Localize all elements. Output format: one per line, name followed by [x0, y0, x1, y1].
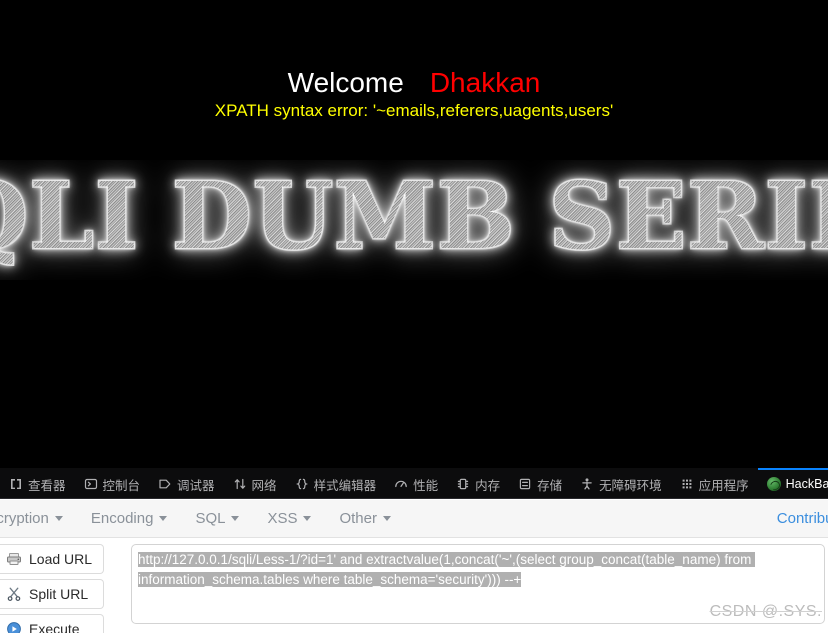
hackbar-menu-encryption[interactable]: Encryption — [0, 510, 77, 527]
devtools-tab-label: 查看器 — [28, 478, 66, 493]
url-input-text: http://127.0.0.1/sqli/Less-1/?id=1' and … — [138, 550, 818, 590]
username-label: Dhakkan — [429, 67, 541, 98]
hackbar-menu-encoding[interactable]: Encoding — [77, 510, 182, 527]
hackbar-menu-xss[interactable]: XSS — [253, 510, 325, 527]
devtools-tab-label: 存储 — [537, 478, 563, 493]
style-editor-icon — [295, 477, 309, 491]
chevron-down-icon — [231, 516, 240, 521]
chevron-down-icon — [303, 516, 312, 521]
application-icon — [680, 477, 694, 491]
devtools-tab-application[interactable]: 应用程序 — [671, 468, 758, 498]
split-url-icon — [7, 587, 21, 602]
sqli-dumb-series-banner: SQLI DUMB SERIES SQLI DUMB SERIES — [0, 160, 828, 280]
memory-icon — [456, 477, 470, 491]
page-content: Welcome Dhakkan XPATH syntax error: '~ema… — [0, 0, 828, 468]
hackbar-button-label: Execute — [29, 621, 80, 633]
chevron-down-icon — [54, 516, 63, 521]
hackbar-menu-label: Encoding — [90, 510, 154, 527]
devtools-tab-storage[interactable]: 存储 — [509, 468, 571, 498]
contribute-link[interactable]: Contribute — [777, 510, 828, 527]
devtools-tab-label: 调试器 — [177, 478, 215, 493]
hackbar-button-label: Split URL — [29, 586, 89, 602]
chevron-down-icon — [382, 516, 391, 521]
performance-icon — [394, 477, 408, 491]
console-icon — [84, 477, 98, 491]
devtools-tab-label: 内存 — [475, 478, 501, 493]
devtools-tab-accessibility[interactable]: 无障碍环境 — [571, 468, 671, 498]
load-url-button[interactable]: Load URL — [0, 544, 104, 574]
xpath-error-message: XPATH syntax error: '~emails,referers,ua… — [214, 101, 614, 120]
devtools-tab-console[interactable]: 控制台 — [75, 468, 150, 498]
devtools-tab-inspector[interactable]: 查看器 — [0, 468, 75, 498]
devtools-tab-network[interactable]: 网络 — [224, 468, 286, 498]
storage-icon — [518, 477, 532, 491]
devtools-tab-label: 性能 — [413, 478, 439, 493]
devtools-tab-memory[interactable]: 内存 — [447, 468, 509, 498]
welcome-heading: Welcome Dhakkan — [0, 66, 828, 100]
devtools-tab-label: 控制台 — [102, 478, 141, 493]
devtools-tab-label: 样式编辑器 — [313, 478, 377, 493]
banner-fill-text: SQLI DUMB SERIES — [0, 164, 828, 268]
devtools-tab-label: HackBar — [785, 477, 828, 491]
devtools-tab-hackbar[interactable]: HackBar — [757, 468, 828, 498]
devtools-tab-label: 应用程序 — [698, 478, 749, 493]
welcome-label: Welcome — [287, 67, 404, 98]
url-selected-text: http://127.0.0.1/sqli/Less-1/?id=1' and … — [138, 552, 756, 587]
hackbar-button-label: Load URL — [29, 551, 93, 567]
hackbar-menu-label: Other — [339, 510, 377, 527]
accessibility-icon — [580, 477, 594, 491]
hackbar-menu-label: Encryption — [0, 510, 49, 527]
hackbar-menu-other[interactable]: Other — [325, 510, 405, 527]
hackbar-icon — [766, 477, 781, 491]
devtools-tab-debugger[interactable]: 调试器 — [149, 468, 224, 498]
hackbar-menu-label: SQL — [195, 510, 226, 527]
hackbar-panel: Load URL Split URL Execute http://127.0.… — [0, 539, 828, 633]
devtools-tab-performance[interactable]: 性能 — [385, 468, 447, 498]
devtools-tab-label: 网络 — [251, 478, 277, 493]
inspector-icon — [9, 477, 23, 491]
hackbar-menubar: Encryption Encoding SQL XSS Other Contri… — [0, 500, 828, 538]
hackbar-menu-label: XSS — [267, 510, 298, 527]
devtools-tab-label: 无障碍环境 — [599, 478, 662, 493]
load-url-icon — [7, 553, 21, 565]
browser-window: Welcome Dhakkan XPATH syntax error: '~ema… — [0, 0, 828, 633]
network-icon — [233, 477, 247, 491]
debugger-icon — [158, 477, 172, 491]
devtools-tab-style-editor[interactable]: 样式编辑器 — [286, 468, 386, 498]
execute-button[interactable]: Execute — [0, 614, 104, 633]
split-url-button[interactable]: Split URL — [0, 579, 104, 609]
chevron-down-icon — [159, 516, 168, 521]
hackbar-menu-sql[interactable]: SQL — [181, 510, 253, 527]
devtools-toolbar: 查看器 控制台 调试器 网络 样式编辑器 性能 内存 存储 无障碍环境 应用程序… — [0, 468, 828, 499]
execute-icon — [7, 622, 21, 633]
watermark: CSDN @.SYS. — [709, 603, 822, 620]
hackbar-action-buttons: Load URL Split URL Execute — [0, 544, 104, 633]
